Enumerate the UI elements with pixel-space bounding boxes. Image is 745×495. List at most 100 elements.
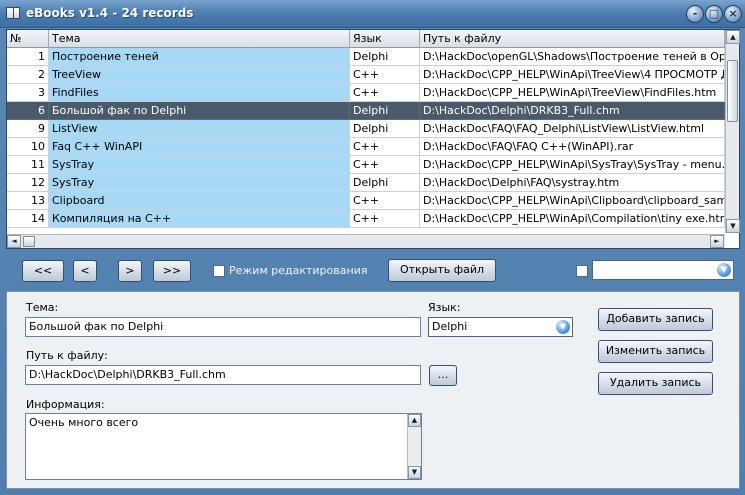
row-path-cell[interactable]: D:\HackDoc\Delphi\FAQ\systray.htm: [420, 174, 725, 192]
row-topic-cell[interactable]: ListView: [49, 120, 350, 138]
row-number-cell[interactable]: 13: [7, 192, 49, 210]
row-language-cell[interactable]: Delphi: [350, 48, 420, 66]
column-header-number[interactable]: №: [7, 30, 49, 48]
column-header-topic[interactable]: Тема: [49, 30, 350, 48]
row-topic-cell[interactable]: SysTray: [49, 174, 350, 192]
row-number-cell[interactable]: 10: [7, 138, 49, 156]
grid-rows: 1 Построение теней Delphi D:\HackDoc\openGL…: [7, 48, 725, 237]
row-path-cell[interactable]: D:\HackDoc\CPP_HELP\WinApi\TreeView\Find…: [420, 84, 725, 102]
browse-button[interactable]: ...: [429, 365, 457, 386]
horizontal-scroll-thumb[interactable]: [23, 236, 35, 247]
next-record-button[interactable]: >: [118, 260, 142, 282]
scroll-down-icon[interactable]: ▼: [726, 219, 740, 233]
row-language-cell[interactable]: C++: [350, 192, 420, 210]
row-language-cell[interactable]: Delphi: [350, 102, 420, 120]
delete-record-button[interactable]: Удалить запись: [598, 372, 713, 395]
column-header-path[interactable]: Путь к файлу: [420, 30, 725, 48]
window-title: eBooks v1.4 - 24 records: [26, 6, 194, 20]
topic-input[interactable]: Большой фак по Delphi: [25, 317, 421, 337]
info-textarea[interactable]: Очень много всего ▲ ▼: [25, 413, 422, 480]
row-language-cell[interactable]: C++: [350, 156, 420, 174]
table-row[interactable]: 11 SysTray C++ D:\HackDoc\CPP_HELP\WinApi\S…: [7, 156, 725, 174]
last-record-button[interactable]: >>: [153, 260, 191, 282]
row-language-cell[interactable]: C++: [350, 84, 420, 102]
row-language-cell[interactable]: C++: [350, 66, 420, 84]
column-header-language[interactable]: Язык: [350, 30, 420, 48]
row-number-cell[interactable]: 1: [7, 48, 49, 66]
open-file-button[interactable]: Открыть файл: [388, 259, 496, 282]
first-record-button[interactable]: <<: [22, 260, 64, 282]
row-topic-cell[interactable]: Clipboard: [49, 192, 350, 210]
row-path-cell[interactable]: D:\HackDoc\CPP_HELP\WinApi\Clipboard\cli…: [420, 192, 725, 210]
row-number-cell[interactable]: 9: [7, 120, 49, 138]
vertical-scroll-thumb[interactable]: [727, 60, 738, 122]
row-topic-cell[interactable]: TreeView: [49, 66, 350, 84]
maximize-button[interactable]: □: [705, 5, 723, 23]
row-path-cell[interactable]: D:\HackDoc\CPP_HELP\WinApi\TreeView\4 ПР…: [420, 66, 725, 84]
row-language-cell[interactable]: C++: [350, 138, 420, 156]
info-label: Информация:: [26, 398, 105, 411]
path-input[interactable]: D:\HackDoc\Delphi\DRKB3_Full.chm: [25, 365, 421, 385]
edit-record-button[interactable]: Изменить запись: [598, 340, 713, 363]
row-topic-cell[interactable]: FindFiles: [49, 84, 350, 102]
minimize-button[interactable]: -: [686, 5, 704, 23]
language-value: Delphi: [432, 320, 468, 333]
row-path-cell[interactable]: D:\HackDoc\FAQ\FAQ C++(WinAPI).rar: [420, 138, 725, 156]
info-scrollbar[interactable]: ▲ ▼: [407, 414, 421, 479]
dropdown-arrow-icon[interactable]: ▼: [717, 263, 731, 277]
add-record-button[interactable]: Добавить запись: [598, 308, 713, 331]
edit-mode-checkbox[interactable]: [213, 265, 225, 277]
row-path-cell[interactable]: D:\HackDoc\CPP_HELP\WinApi\Compilation\t…: [420, 210, 725, 228]
row-number-cell[interactable]: 11: [7, 156, 49, 174]
table-row[interactable]: 3 FindFiles C++ D:\HackDoc\CPP_HELP\WinApi\…: [7, 84, 725, 102]
language-label: Язык:: [428, 301, 461, 314]
title-bar[interactable]: eBooks v1.4 - 24 records - □ ×: [0, 0, 745, 28]
table-row[interactable]: 12 SysTray Delphi D:\HackDoc\Delphi\FAQ\sys…: [7, 174, 725, 192]
scroll-right-icon[interactable]: ►: [710, 235, 724, 248]
filter-value: [593, 263, 596, 276]
table-row[interactable]: 14 Компиляция на С++ C++ D:\HackDoc\CPP_HEL…: [7, 210, 725, 228]
scroll-up-icon[interactable]: ▲: [408, 414, 421, 427]
table-row[interactable]: 2 TreeView C++ D:\HackDoc\CPP_HELP\WinApi\T…: [7, 66, 725, 84]
row-language-cell[interactable]: Delphi: [350, 120, 420, 138]
row-number-cell[interactable]: 3: [7, 84, 49, 102]
table-row[interactable]: 6 Большой фак по Delphi Delphi D:\HackDoc\D…: [7, 102, 725, 120]
record-details-panel: Тема: Большой фак по Delphi Язык: Delphi…: [6, 291, 740, 489]
topic-label: Тема:: [26, 301, 59, 314]
scroll-left-icon[interactable]: ◄: [7, 235, 21, 248]
language-select[interactable]: Delphi ▼: [428, 317, 573, 337]
row-number-cell[interactable]: 12: [7, 174, 49, 192]
scroll-down-icon[interactable]: ▼: [408, 466, 421, 479]
info-text: Очень много всего: [29, 416, 139, 429]
row-topic-cell[interactable]: Компиляция на С++: [49, 210, 350, 228]
scroll-up-icon[interactable]: ▲: [726, 30, 740, 44]
table-row[interactable]: 1 Построение теней Delphi D:\HackDoc\openGL…: [7, 48, 725, 66]
table-row[interactable]: 13 Clipboard C++ D:\HackDoc\CPP_HELP\WinApi…: [7, 192, 725, 210]
row-path-cell[interactable]: D:\HackDoc\openGL\Shadows\Построение тен…: [420, 48, 725, 66]
prev-record-button[interactable]: <: [73, 260, 97, 282]
vertical-scrollbar[interactable]: ▲ ▼: [725, 30, 740, 233]
row-path-cell[interactable]: D:\HackDoc\FAQ\FAQ_Delphi\ListView\ListV…: [420, 120, 725, 138]
dropdown-arrow-icon[interactable]: ▼: [556, 320, 570, 334]
row-topic-cell[interactable]: Faq C++ WinAPI: [49, 138, 350, 156]
book-icon: [6, 7, 20, 19]
records-grid[interactable]: № Тема Язык Путь к файлу 1 Построение тен…: [6, 29, 740, 249]
filter-combo[interactable]: ▼: [592, 260, 734, 280]
filter-checkbox[interactable]: [576, 265, 588, 277]
row-topic-cell[interactable]: Построение теней: [49, 48, 350, 66]
horizontal-scrollbar[interactable]: ◄ ►: [7, 234, 725, 248]
row-language-cell[interactable]: Delphi: [350, 174, 420, 192]
row-topic-cell[interactable]: SysTray: [49, 156, 350, 174]
table-row[interactable]: 9 ListView Delphi D:\HackDoc\FAQ\FAQ_Delphi…: [7, 120, 725, 138]
row-language-cell[interactable]: C++: [350, 210, 420, 228]
row-number-cell[interactable]: 14: [7, 210, 49, 228]
row-number-cell[interactable]: 2: [7, 66, 49, 84]
row-path-cell[interactable]: D:\HackDoc\Delphi\DRKB3_Full.chm: [420, 102, 725, 120]
close-button[interactable]: ×: [724, 5, 742, 23]
grid-header: № Тема Язык Путь к файлу: [7, 30, 725, 48]
table-row[interactable]: 10 Faq C++ WinAPI C++ D:\HackDoc\FAQ\FAQ C+…: [7, 138, 725, 156]
row-number-cell[interactable]: 6: [7, 102, 49, 120]
row-topic-cell[interactable]: Большой фак по Delphi: [49, 102, 350, 120]
edit-mode-label[interactable]: Режим редактирования: [229, 264, 367, 277]
row-path-cell[interactable]: D:\HackDoc\CPP_HELP\WinApi\SysTray\SysTr…: [420, 156, 725, 174]
